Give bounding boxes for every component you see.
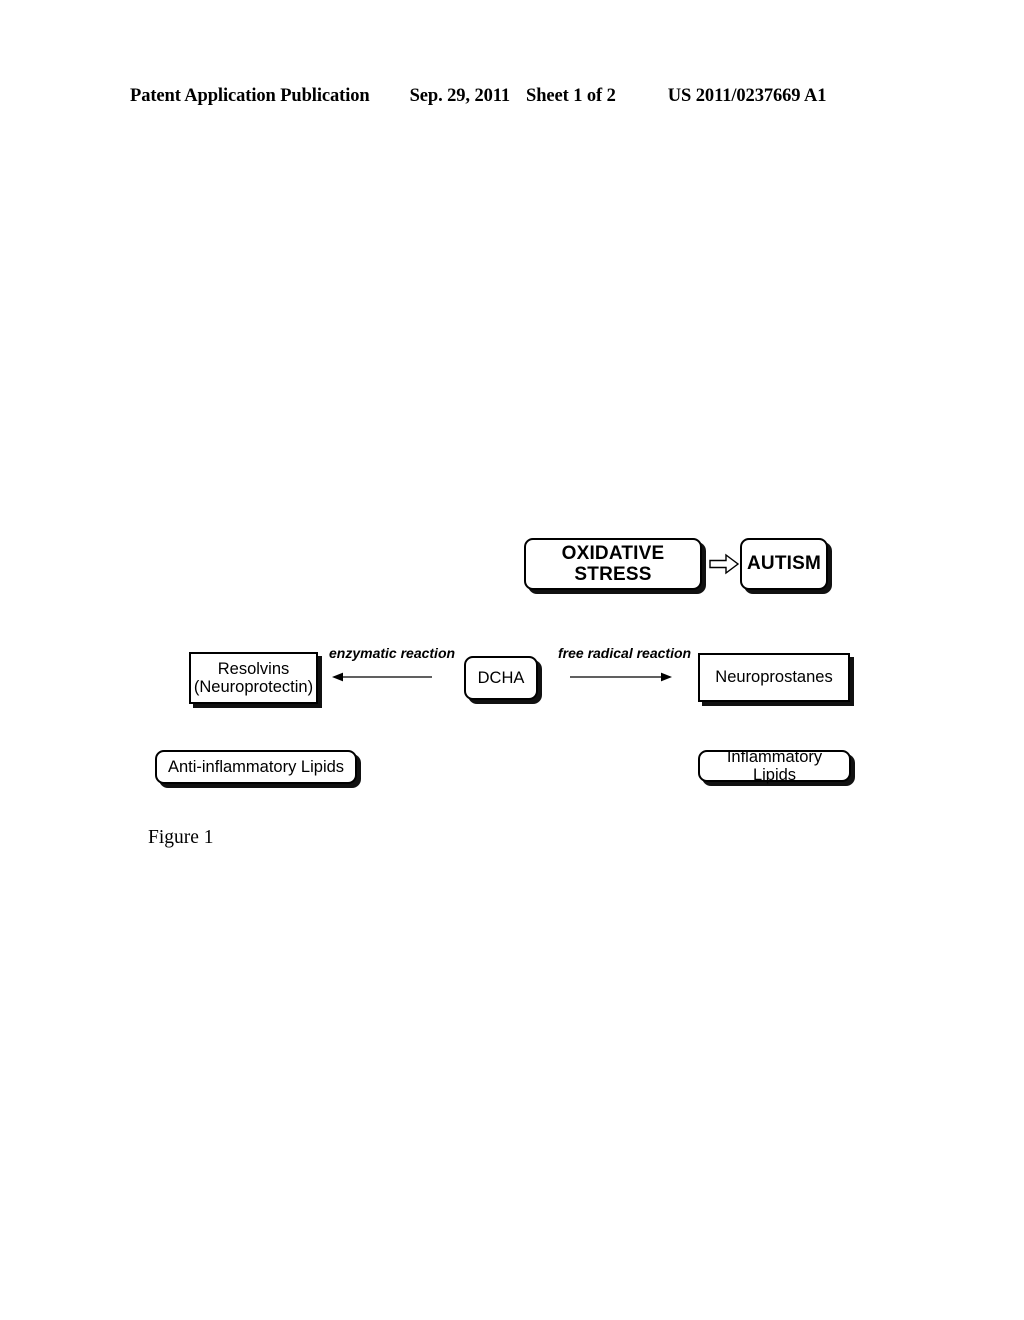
node-neuroprostanes-label: Neuroprostanes xyxy=(715,668,833,687)
node-anti-inflammatory-lipids: Anti-inflammatory Lipids xyxy=(155,750,357,784)
figure-caption: Figure 1 xyxy=(148,827,214,848)
edge-label-enzymatic-reaction: enzymatic reaction xyxy=(329,645,456,661)
node-resolvins: Resolvins (Neuroprotectin) xyxy=(189,652,318,704)
hollow-block-arrow-icon xyxy=(709,552,740,576)
node-neuroprostanes: Neuroprostanes xyxy=(698,653,850,702)
arrow-left-icon xyxy=(332,670,432,684)
node-oxidative-stress: OXIDATIVE STRESS xyxy=(524,538,702,590)
figure-1-diagram: OXIDATIVE STRESS AUTISM Resolvins (Neuro… xyxy=(0,0,1024,1320)
arrow-right-icon xyxy=(570,670,672,684)
node-dcha-label: DCHA xyxy=(477,668,525,687)
node-resolvins-label: Resolvins (Neuroprotectin) xyxy=(193,659,314,696)
edge-label-free-radical-reaction: free radical reaction xyxy=(558,645,692,661)
node-inflammatory-lipids: Inflammatory Lipids xyxy=(698,747,851,784)
node-autism: AUTISM xyxy=(740,538,828,590)
node-anti-inflammatory-lipids-label: Anti-inflammatory Lipids xyxy=(167,757,345,776)
node-inflammatory-lipids-label: Inflammatory Lipids xyxy=(726,747,823,784)
node-dcha: DCHA xyxy=(464,656,538,700)
node-autism-label: AUTISM xyxy=(746,553,822,575)
node-oxidative-stress-label: OXIDATIVE STRESS xyxy=(561,542,665,585)
